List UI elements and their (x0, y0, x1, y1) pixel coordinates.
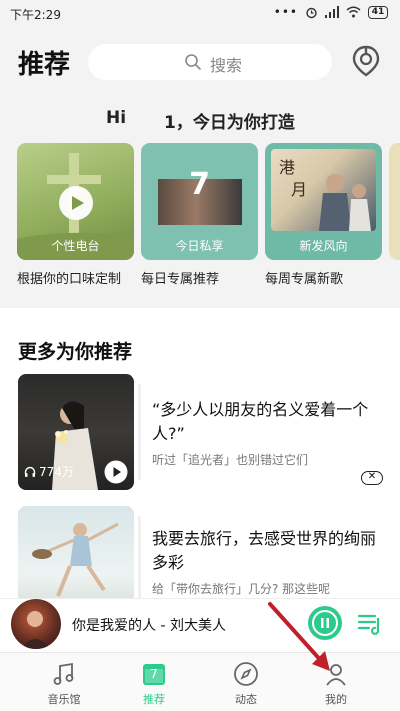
status-icons: ••• 41 (274, 5, 388, 19)
tab-label: 我的 (325, 693, 347, 706)
poster-figures: 港 月 (279, 158, 371, 231)
recommendation-subtitle: 给「带你去旅行」几分? 那这些呢 (152, 582, 331, 596)
battery-indicator: 41 (368, 5, 388, 19)
recommendation-title[interactable]: 我要去旅行，去感受世界的绚丽多彩 (152, 527, 382, 575)
tab-label: 推荐 (143, 693, 165, 706)
card-new-trends[interactable]: 港 月 新发风向 (265, 143, 382, 260)
card-personal-radio[interactable]: 个性电台 (17, 143, 134, 260)
music-recognition-icon[interactable] (351, 44, 381, 78)
bottom-tab-bar: 音乐馆 7 推荐 动态 我的 (0, 652, 400, 711)
album-art (21, 611, 51, 649)
card-partial[interactable] (389, 143, 400, 260)
greeting-hi: Hi (106, 108, 127, 128)
status-bar: 下午2:29 ••• 41 (0, 0, 400, 28)
svg-text:港: 港 (279, 158, 295, 177)
tab-music-hall[interactable]: 音乐馆 (24, 653, 104, 711)
svg-text:月: 月 (291, 180, 307, 199)
tab-label: 音乐馆 (47, 693, 81, 706)
headphones-icon (24, 466, 36, 477)
page-title: 推荐 (18, 50, 71, 80)
cellular-signal-icon (325, 6, 339, 18)
play-count: 774万 (24, 463, 74, 480)
album-cover[interactable] (11, 599, 61, 649)
divider (138, 516, 141, 598)
calendar-badge: 7 (150, 667, 158, 681)
now-playing-bar[interactable]: 你是我爱的人 - 刘大美人 (0, 598, 400, 652)
card-caption: 每日专属推荐 (141, 272, 220, 287)
search-input[interactable]: 搜索 (88, 44, 332, 80)
divider (138, 384, 141, 480)
tab-label: 动态 (235, 693, 257, 706)
card-caption: 根据你的口味定制 (17, 272, 122, 287)
music-note-icon (53, 662, 74, 685)
tab-mine[interactable]: 我的 (296, 653, 376, 711)
pause-icon (312, 610, 338, 636)
recommendation-subtitle: 听过「追光者」也别错过它们 (152, 453, 309, 467)
play-count-value: 774万 (39, 465, 74, 479)
section-title: 更多为你推荐 (18, 341, 133, 363)
play-icon[interactable] (104, 460, 128, 484)
close-icon[interactable]: ✕ (361, 471, 383, 485)
tab-feed[interactable]: 动态 (206, 653, 286, 711)
more-dots-icon: ••• (273, 5, 298, 19)
alarm-icon (306, 7, 317, 18)
play-icon[interactable] (58, 185, 94, 221)
card-daily-picks[interactable]: 7 今日私享 (141, 143, 258, 260)
wifi-icon (346, 6, 361, 18)
status-time: 下午2:29 (10, 8, 61, 22)
tab-recommend[interactable]: 7 推荐 (114, 653, 194, 711)
song-title[interactable]: 你是我爱的人 - 刘大美人 (72, 615, 226, 635)
pause-button[interactable] (308, 606, 342, 640)
search-placeholder: 搜索 (210, 56, 243, 75)
greeting-message: 1，今日为你打造 (164, 113, 295, 133)
card-label: 今日私享 (175, 239, 224, 253)
playlist-icon[interactable] (357, 612, 383, 636)
card-label: 个性电台 (51, 239, 100, 253)
user-icon (326, 664, 346, 686)
recommendation-cover[interactable]: 774万 (18, 374, 134, 490)
compass-icon (234, 662, 258, 686)
daily-number: 7 (189, 167, 210, 202)
search-icon (185, 54, 201, 70)
card-label: 新发风向 (299, 239, 348, 253)
card-caption: 每周专属新歌 (265, 272, 344, 287)
recommendation-title[interactable]: “多少人以朋友的名义爱着一个人?” (152, 398, 382, 446)
